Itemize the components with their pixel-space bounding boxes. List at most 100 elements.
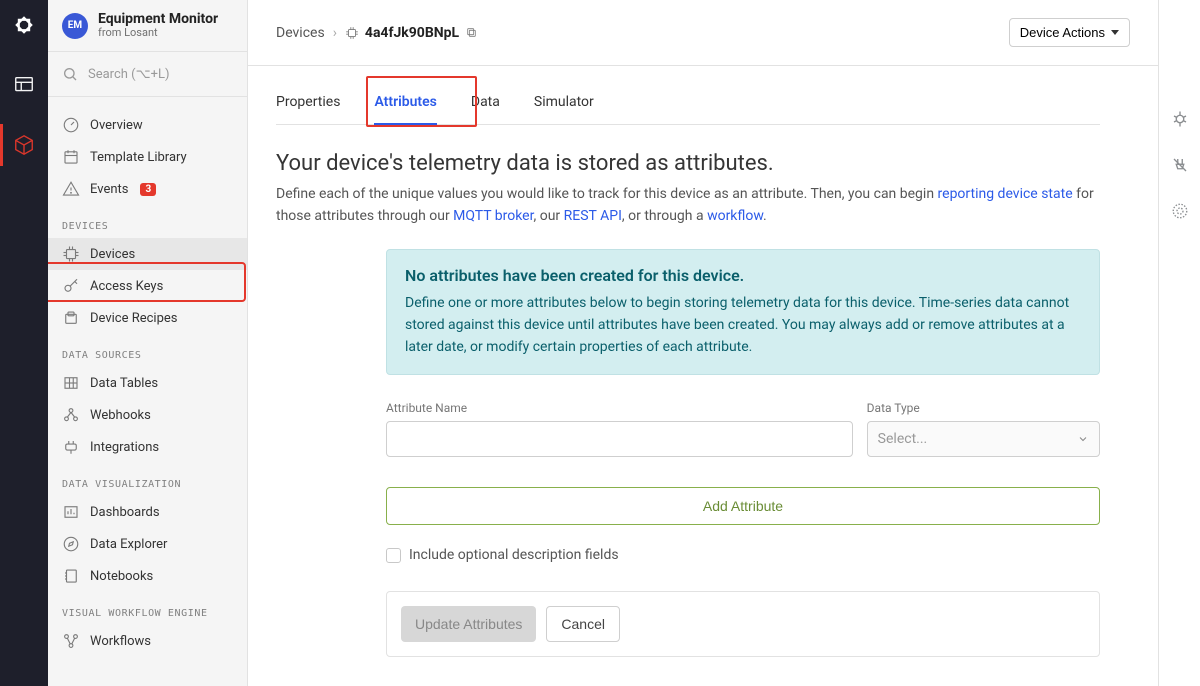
lead-text: , our — [534, 208, 564, 224]
lead-text: . — [763, 208, 767, 224]
rail-logo[interactable] — [0, 10, 48, 40]
lead-text: , or through a — [622, 208, 707, 224]
sidebar-label: Device Recipes — [90, 311, 178, 326]
power-off-icon[interactable] — [1171, 156, 1189, 178]
sidebar-section-devices: Devices — [48, 205, 247, 238]
sidebar-label: Data Tables — [90, 376, 158, 391]
form-footer: Update Attributes Cancel — [386, 591, 1100, 657]
info-body: Define one or more attributes below to b… — [405, 293, 1081, 358]
sidebar-item-devices[interactable]: Devices — [48, 238, 247, 270]
gear-dotted-icon[interactable] — [1171, 202, 1189, 224]
lead-text: Define each of the unique values you wou… — [276, 186, 938, 202]
data-type-select[interactable]: Select... — [867, 421, 1100, 457]
breadcrumb-sep: › — [333, 25, 337, 41]
tab-data[interactable]: Data — [471, 76, 500, 124]
sidebar-item-template-library[interactable]: Template Library — [48, 141, 247, 173]
sidebar-label: Integrations — [90, 440, 159, 455]
device-actions-button[interactable]: Device Actions — [1009, 18, 1130, 47]
compass-icon — [62, 535, 80, 553]
link-reporting-state[interactable]: reporting device state — [938, 186, 1073, 202]
tab-properties[interactable]: Properties — [276, 76, 340, 124]
sidebar-item-events[interactable]: Events 3 — [48, 173, 247, 205]
topbar: Devices › 4a4fJk90BNpL Device Actions — [248, 0, 1158, 66]
sidebar-header: EM Equipment Monitor from Losant — [48, 0, 247, 52]
add-attribute-button[interactable]: Add Attribute — [386, 487, 1100, 525]
sidebar-item-access-keys[interactable]: Access Keys — [48, 270, 247, 302]
data-type-label: Data Type — [867, 401, 1100, 415]
caret-down-icon — [1111, 30, 1119, 35]
sidebar-label: Access Keys — [90, 279, 163, 294]
tab-simulator[interactable]: Simulator — [534, 76, 594, 124]
alert-icon — [62, 180, 80, 198]
sidebar-label: Webhooks — [90, 408, 151, 423]
breadcrumb-device: 4a4fJk90BNpL — [345, 25, 478, 41]
sidebar-item-device-recipes[interactable]: Device Recipes — [48, 302, 247, 334]
sidebar-label: Workflows — [90, 634, 151, 649]
events-badge: 3 — [140, 183, 156, 196]
select-placeholder: Select... — [878, 431, 928, 447]
app-avatar: EM — [62, 13, 88, 39]
link-workflow[interactable]: workflow — [707, 208, 763, 224]
device-actions-label: Device Actions — [1020, 25, 1105, 40]
lead-paragraph: Define each of the unique values you wou… — [276, 184, 1100, 227]
copy-icon[interactable] — [465, 26, 478, 39]
chip-icon — [345, 26, 359, 40]
tabs: Properties Attributes Data Simulator — [276, 76, 1100, 125]
sidebar-section-workflow: Visual Workflow Engine — [48, 592, 247, 625]
attribute-form-row: Attribute Name Data Type Select... — [386, 401, 1100, 457]
tab-attributes[interactable]: Attributes — [374, 76, 436, 124]
sidebar-label: Data Explorer — [90, 537, 167, 552]
notebook-icon — [62, 567, 80, 585]
sidebar: EM Equipment Monitor from Losant Search … — [48, 0, 248, 686]
sidebar-section-data-viz: Data Visualization — [48, 463, 247, 496]
rail-dashboards-icon[interactable] — [0, 70, 48, 100]
attribute-name-label: Attribute Name — [386, 401, 853, 415]
sidebar-item-data-explorer[interactable]: Data Explorer — [48, 528, 247, 560]
rail-app-icon[interactable] — [0, 130, 48, 160]
device-id-text: 4a4fJk90BNpL — [365, 25, 459, 41]
sidebar-item-workflows[interactable]: Workflows — [48, 625, 247, 657]
chevron-down-icon — [1077, 433, 1089, 445]
app-title: Equipment Monitor — [98, 12, 218, 27]
chart-icon — [62, 503, 80, 521]
plug-icon — [62, 438, 80, 456]
sidebar-item-dashboards[interactable]: Dashboards — [48, 496, 247, 528]
info-box: No attributes have been created for this… — [386, 249, 1100, 375]
sidebar-section-data-sources: Data Sources — [48, 334, 247, 367]
recipe-icon — [62, 309, 80, 327]
chip-icon — [62, 245, 80, 263]
sidebar-label: Dashboards — [90, 505, 160, 520]
sidebar-item-webhooks[interactable]: Webhooks — [48, 399, 247, 431]
link-rest-api[interactable]: REST API — [564, 208, 622, 224]
sidebar-label: Devices — [90, 247, 135, 262]
search-placeholder: Search (⌥+L) — [88, 67, 170, 82]
gauge-icon — [62, 116, 80, 134]
main: Devices › 4a4fJk90BNpL Device Actions Pr… — [248, 0, 1158, 686]
key-icon — [62, 277, 80, 295]
sidebar-item-data-tables[interactable]: Data Tables — [48, 367, 247, 399]
include-optional-row[interactable]: Include optional description fields — [386, 547, 1100, 563]
sidebar-item-overview[interactable]: Overview — [48, 109, 247, 141]
workflow-icon — [62, 632, 80, 650]
sidebar-label: Notebooks — [90, 569, 153, 584]
checkbox-include-optional[interactable] — [386, 548, 401, 563]
page-heading: Your device's telemetry data is stored a… — [276, 151, 1100, 176]
sidebar-item-notebooks[interactable]: Notebooks — [48, 560, 247, 592]
attribute-name-input[interactable] — [386, 421, 853, 457]
include-optional-label: Include optional description fields — [409, 547, 619, 563]
cancel-button[interactable]: Cancel — [546, 606, 620, 642]
sidebar-label: Events — [90, 182, 128, 197]
calendar-icon — [62, 148, 80, 166]
left-rail — [0, 0, 48, 686]
sidebar-label: Overview — [90, 118, 143, 133]
sidebar-item-integrations[interactable]: Integrations — [48, 431, 247, 463]
bug-icon[interactable] — [1171, 110, 1189, 132]
breadcrumb: Devices › 4a4fJk90BNpL — [276, 25, 478, 41]
update-attributes-button: Update Attributes — [401, 606, 536, 642]
right-rail — [1158, 0, 1200, 686]
app-subtitle: from Losant — [98, 27, 218, 39]
breadcrumb-root[interactable]: Devices — [276, 25, 325, 41]
sidebar-search[interactable]: Search (⌥+L) — [48, 52, 247, 97]
link-mqtt-broker[interactable]: MQTT broker — [453, 208, 533, 224]
webhook-icon — [62, 406, 80, 424]
